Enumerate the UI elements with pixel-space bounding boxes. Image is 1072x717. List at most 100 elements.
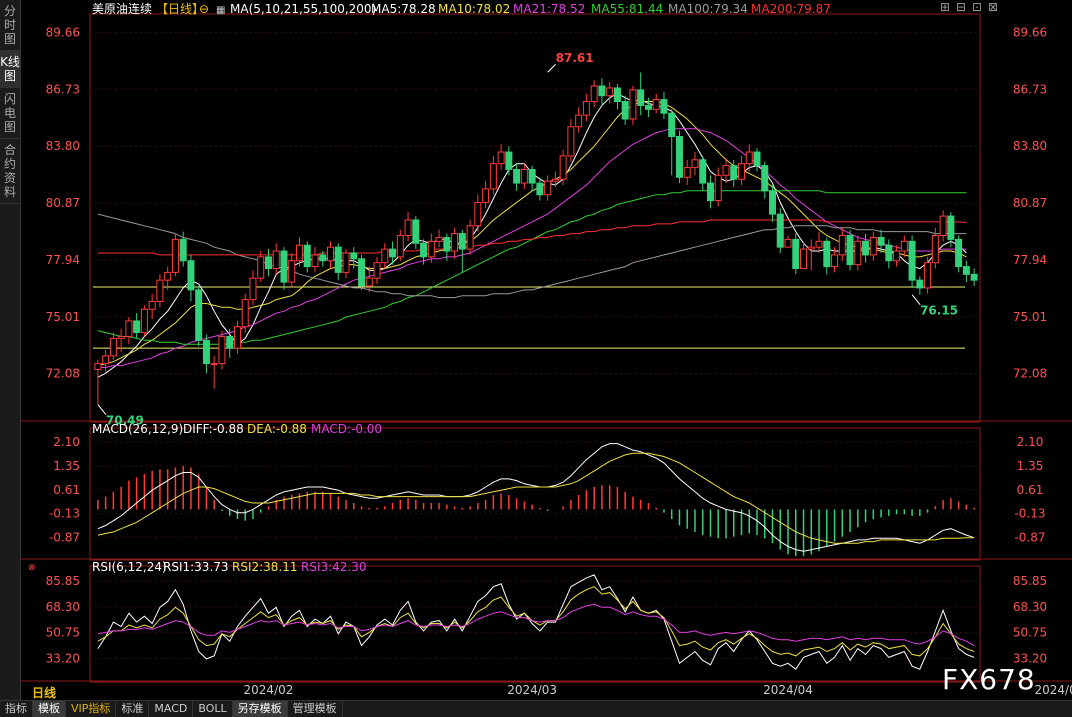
candle-body	[784, 238, 792, 248]
rsi-panel-frame	[89, 565, 981, 683]
candle-body	[551, 178, 559, 182]
candle-body	[148, 301, 156, 310]
candle-body	[815, 240, 823, 248]
candle-body	[807, 246, 815, 250]
candle-body	[179, 238, 187, 262]
macd-value: MACD:-0.00	[311, 422, 382, 436]
close-icon[interactable]: ⊠	[985, 0, 1001, 14]
period-label[interactable]: 日线	[32, 684, 56, 701]
y-tick-label-left: 72.08	[46, 367, 80, 381]
candle-body	[264, 256, 272, 270]
candle-body	[536, 182, 544, 196]
y-tick-label-left: -0.87	[49, 530, 80, 544]
candle-body	[125, 320, 133, 337]
tab-indicators[interactable]: 指标	[0, 701, 33, 717]
candle-body	[877, 236, 885, 246]
candle-body	[908, 240, 916, 281]
tab-templates[interactable]: 模板	[33, 701, 66, 717]
y-tick-label-left: 89.66	[46, 25, 80, 39]
candle-body	[171, 238, 179, 273]
y-tick-label-right: 83.80	[1013, 139, 1047, 153]
tab-vip-indicators[interactable]: VIP指标	[66, 701, 117, 717]
candle-body	[644, 104, 652, 110]
candle-body	[520, 168, 528, 184]
candle-body	[280, 250, 288, 283]
grid-icon[interactable]: ▦	[216, 5, 225, 16]
candle-body	[737, 163, 745, 180]
candle-body	[497, 151, 505, 165]
candle-body	[435, 236, 443, 242]
candle-body	[505, 151, 513, 170]
candle-body	[753, 151, 761, 167]
candle-body	[210, 363, 218, 366]
candle-body	[373, 262, 381, 279]
candle-body	[792, 238, 800, 270]
rsi1-value: RSI1:33.73	[163, 560, 229, 574]
candle-body	[257, 256, 265, 279]
annotation-pointer	[547, 63, 556, 73]
candle-body	[396, 235, 404, 258]
rsi1-line	[97, 574, 975, 670]
y-tick-label-left: 75.01	[46, 310, 80, 324]
candle-body	[109, 337, 117, 357]
y-tick-label-left: 33.20	[46, 652, 80, 666]
candle-body	[233, 326, 241, 349]
y-tick-label-right: 77.94	[1013, 253, 1047, 267]
candle-body	[404, 219, 412, 237]
candle-body	[730, 165, 738, 180]
y-tick-label-left: 85.85	[46, 574, 80, 588]
candle-body	[575, 114, 583, 128]
rsi3-value: RSI3:42.30	[301, 560, 367, 574]
ma5-value: MA5:78.28	[371, 2, 436, 16]
candle-body	[652, 99, 660, 110]
tab-macd[interactable]: MACD	[149, 701, 194, 717]
y-tick-label-left: 77.94	[46, 253, 80, 267]
candle-body	[854, 240, 862, 266]
candle-body	[924, 262, 932, 289]
candle-body	[769, 190, 777, 215]
candle-body	[606, 87, 614, 97]
minimize-icon[interactable]: ⊟	[953, 0, 969, 14]
grid-view-icon[interactable]: ⊞	[937, 0, 953, 14]
maximize-icon[interactable]: ⊡	[969, 0, 985, 14]
y-tick-label-right: 89.66	[1013, 25, 1047, 39]
candle-body	[489, 163, 497, 190]
tab-standard[interactable]: 标准	[116, 701, 150, 717]
candle-body	[311, 254, 319, 268]
ma55-line	[97, 190, 967, 345]
annotation-pointer	[97, 404, 107, 415]
tab-manage-templates[interactable]: 管理模板	[288, 701, 343, 717]
annotation-pointer	[911, 294, 921, 306]
sidebar-tab-contract[interactable]: 合约资料	[0, 139, 20, 204]
y-tick-label-right: 75.01	[1013, 310, 1047, 324]
candle-body	[683, 167, 691, 178]
y-tick-label-left: 0.61	[53, 483, 80, 497]
sidebar-tab-kline[interactable]: K线图	[0, 51, 20, 88]
chart-area: 87.6170.4976.15 89.66 89.6686.73 86.7383.8…	[20, 1, 1072, 697]
tab-save-template[interactable]: 另存模板	[232, 701, 288, 717]
window-controls: ⊞ ⊟ ⊡ ⊠	[937, 0, 1001, 14]
bottom-toolbar: 指标 模板 VIP指标 标准 MACD BOLL 另存模板 管理模板	[0, 700, 1072, 717]
tab-boll[interactable]: BOLL	[193, 701, 233, 717]
sidebar-tab-flash[interactable]: 闪电图	[0, 88, 20, 139]
sidebar-tab-timeshare[interactable]: 分时图	[0, 0, 20, 51]
y-tick-label-right: 0.61	[1017, 483, 1044, 497]
rsi-close-icon[interactable]: ⊗	[28, 563, 36, 573]
y-tick-label-left: 80.87	[46, 196, 80, 210]
candle-body	[706, 182, 714, 202]
sidebar: 分时图 K线图 闪电图 合约资料	[0, 0, 21, 700]
y-tick-label-right: 1.35	[1017, 459, 1044, 473]
y-tick-label-left: 50.75	[46, 626, 80, 640]
candle-body	[823, 240, 831, 268]
ma55-value: MA55:81.44	[591, 2, 663, 16]
price-annotation: 87.61	[556, 51, 594, 65]
candle-body	[133, 320, 141, 334]
candle-body	[714, 174, 722, 202]
candle-body	[893, 250, 901, 262]
candle-body	[745, 151, 753, 165]
candle-body	[295, 244, 303, 262]
settings-icon[interactable]: ⊖	[199, 2, 209, 16]
candle-body	[916, 279, 924, 289]
candle-body	[466, 225, 474, 250]
candle-body	[420, 242, 428, 258]
